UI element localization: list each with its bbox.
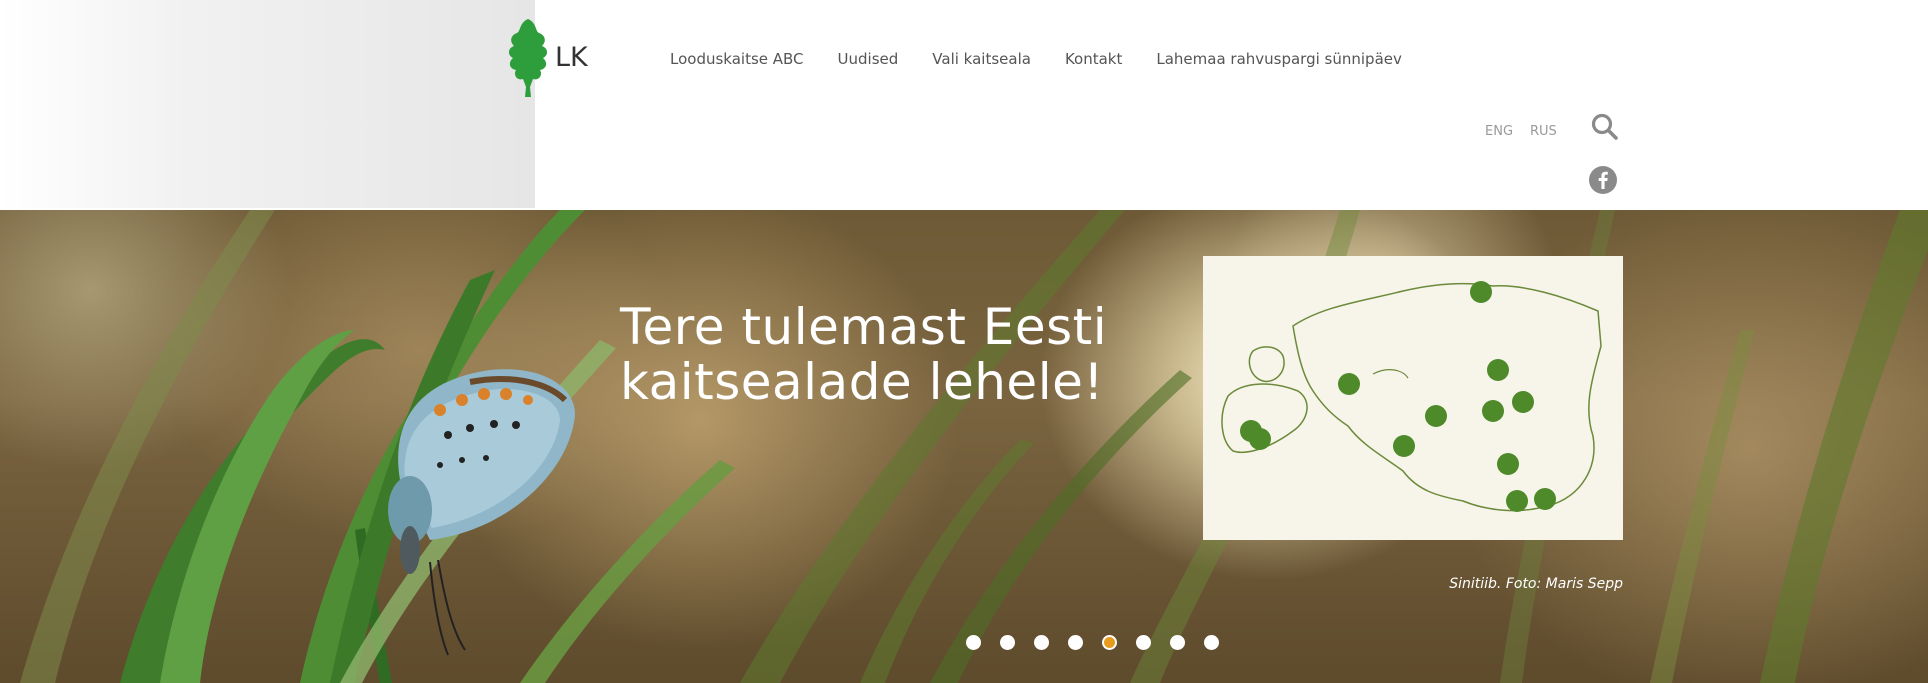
slide-dot-3[interactable] — [1034, 635, 1049, 650]
lang-rus-link[interactable]: RUS — [1530, 124, 1557, 139]
oak-leaf-logo-icon — [508, 18, 548, 97]
hero-background-photo — [20, 210, 1928, 683]
site-header: LK Looduskaitse ABC Uudised Vali kaitsea… — [0, 0, 1928, 210]
estonia-map — [1221, 281, 1602, 512]
slide-dot-1[interactable] — [966, 635, 981, 650]
nav-item-kontakt[interactable]: Kontakt — [1065, 50, 1122, 78]
photo-caption: Sinitiib. Foto: Maris Sepp — [1449, 576, 1623, 592]
nav-item-looduskaitse-abc[interactable]: Looduskaitse ABC — [670, 50, 804, 78]
logo-text: LK — [555, 42, 588, 73]
header-gradient-panel — [0, 0, 535, 208]
nav-item-lahemaa[interactable]: Lahemaa rahvuspargi sünnipäev — [1156, 50, 1402, 78]
slide-dot-6[interactable] — [1136, 635, 1151, 650]
slider-dots — [966, 635, 1219, 650]
site-logo[interactable]: LK — [505, 15, 600, 100]
search-icon[interactable] — [1590, 112, 1620, 142]
hero-title: Tere tulemast Eesti kaitsealade lehele! — [620, 298, 1108, 411]
slide-dot-2[interactable] — [1000, 635, 1015, 650]
slide-dot-7[interactable] — [1170, 635, 1185, 650]
nav-item-vali-kaitseala[interactable]: Vali kaitseala — [932, 50, 1031, 78]
slide-dot-5-active[interactable] — [1102, 635, 1117, 650]
estonia-map-card[interactable] — [1203, 256, 1623, 540]
slide-dot-4[interactable] — [1068, 635, 1083, 650]
main-nav: Looduskaitse ABC Uudised Vali kaitseala … — [670, 50, 1402, 78]
slide-dot-8[interactable] — [1204, 635, 1219, 650]
hero-slider: Tere tulemast Eesti kaitsealade lehele! — [0, 210, 1928, 683]
nav-item-uudised[interactable]: Uudised — [838, 50, 899, 78]
butterfly-graphic — [388, 369, 575, 656]
facebook-icon[interactable] — [1588, 165, 1618, 195]
lang-eng-link[interactable]: ENG — [1485, 124, 1513, 139]
